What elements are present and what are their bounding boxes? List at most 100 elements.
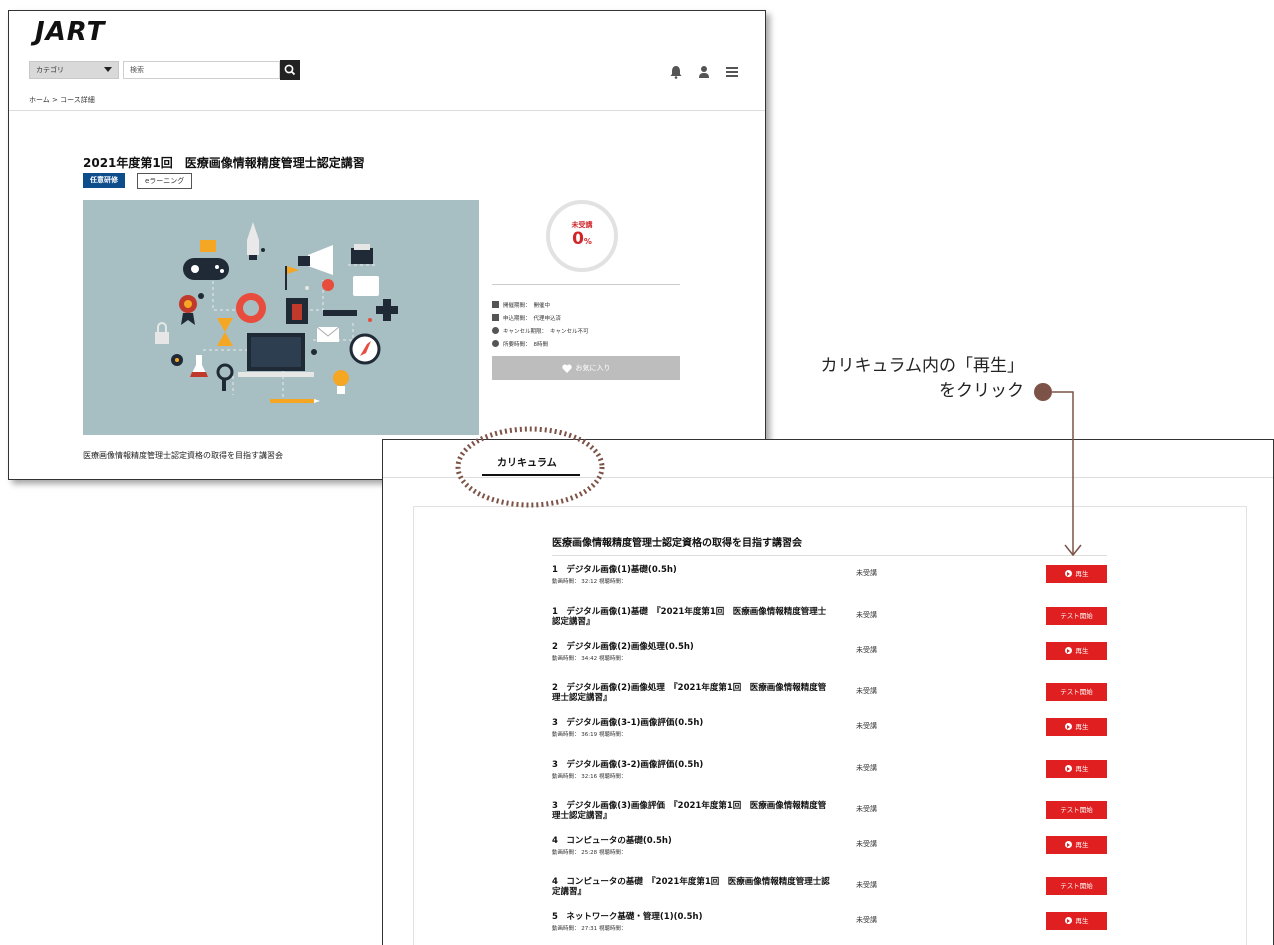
heart-icon (561, 364, 572, 373)
lesson-meta: 動画時間： 34:42 視聴時間： (552, 656, 627, 662)
play-icon (1064, 723, 1072, 730)
lesson-title: 5 ネットワーク基礎・管理(1)(0.5h) (552, 912, 703, 922)
header-divider (9, 110, 765, 111)
play-icon (1064, 917, 1072, 924)
lesson-row: 5 ネットワーク基礎・管理(1)(0.5h) 動画時間： 27:31 視聴時間：… (552, 912, 1108, 932)
instruction-annotation: カリキュラム内の「再生」 をクリック (740, 354, 1025, 404)
start-test-button[interactable]: テスト開始 (1046, 801, 1107, 819)
info-label: 所要時間： (503, 341, 531, 348)
lesson-status: 未受講 (856, 805, 877, 813)
clock-icon (492, 340, 499, 347)
category-select-label: カテゴリ (36, 66, 64, 74)
lesson-status: 未受講 (856, 611, 877, 619)
lesson-title: 1 デジタル画像(1)基礎 『2021年度第1回 医療画像情報精度管理士認定講習… (552, 607, 827, 627)
tab-curriculum[interactable]: カリキュラム (497, 454, 557, 469)
info-label: 申込期間： (503, 315, 531, 322)
category-select[interactable]: カテゴリ (29, 61, 119, 79)
curriculum-heading-divider (552, 555, 1107, 556)
play-icon (1064, 570, 1072, 577)
lesson-row: 2 デジタル画像(2)画像処理 『2021年度第1回 医療画像情報精度管理士認定… (552, 683, 1108, 703)
lesson-title: 3 デジタル画像(3)画像評価 『2021年度第1回 医療画像情報精度管理士認定… (552, 801, 827, 821)
play-icon (1064, 765, 1072, 772)
tab-divider (383, 477, 1273, 478)
progress-value: 0% (550, 229, 614, 249)
lesson-row: 3 デジタル画像(3-2)画像評価(0.5h) 動画時間： 32:16 視聴時間… (552, 760, 1108, 780)
bell-icon[interactable] (669, 65, 683, 79)
play-button[interactable]: 再生 (1046, 718, 1107, 736)
play-icon (1064, 647, 1072, 654)
tab-active-underline (482, 474, 580, 476)
course-tag-secondary: eラーニング (137, 173, 193, 189)
start-test-button[interactable]: テスト開始 (1046, 877, 1107, 895)
site-logo[interactable]: JART (35, 17, 105, 47)
lesson-row: 4 コンピュータの基礎(0.5h) 動画時間： 25:28 視聴時間： 未受講 … (552, 836, 1108, 856)
info-value: 開催中 (533, 302, 551, 309)
lesson-title: 1 デジタル画像(1)基礎(0.5h) (552, 565, 677, 575)
education-icons-illustration (155, 222, 398, 403)
lesson-status: 未受講 (856, 916, 877, 924)
course-title: 2021年度第1回 医療画像情報精度管理士認定講習 (83, 156, 365, 170)
annotation-dot (1034, 383, 1052, 401)
play-button[interactable]: 再生 (1046, 912, 1107, 930)
course-hero-image (83, 200, 479, 435)
info-divider (492, 284, 680, 285)
search-icon (284, 64, 296, 76)
caret-down-icon (104, 67, 112, 72)
lesson-row: 2 デジタル画像(2)画像処理(0.5h) 動画時間： 34:42 視聴時間： … (552, 642, 1108, 662)
info-label: キャンセル期限： (503, 328, 548, 335)
play-button[interactable]: 再生 (1046, 565, 1107, 583)
lesson-meta: 動画時間： 36:19 視聴時間： (552, 732, 627, 738)
cancel-icon (492, 327, 499, 334)
info-value: 8時間 (533, 341, 549, 348)
lesson-status: 未受講 (856, 646, 877, 654)
lesson-status: 未受講 (856, 722, 877, 730)
lesson-status: 未受講 (856, 764, 877, 772)
info-duration: 所要時間： 8時間 (492, 337, 589, 350)
curriculum-window: カリキュラム 医療画像情報精度管理士認定資格の取得を目指す講習会 1 デジタル画… (382, 439, 1274, 945)
lesson-row: 1 デジタル画像(1)基礎 『2021年度第1回 医療画像情報精度管理士認定講習… (552, 607, 1108, 627)
play-button[interactable]: 再生 (1046, 642, 1107, 660)
lesson-meta: 動画時間： 32:12 視聴時間： (552, 579, 627, 585)
search-input[interactable]: 検索 (123, 61, 280, 79)
play-button-label: 再生 (1075, 765, 1089, 773)
lesson-title: 3 デジタル画像(3-2)画像評価(0.5h) (552, 760, 704, 770)
info-label: 開催期間： (503, 302, 531, 309)
curriculum-heading: 医療画像情報精度管理士認定資格の取得を目指す講習会 (552, 538, 802, 549)
progress-number: 0 (572, 229, 584, 249)
hamburger-menu-icon[interactable] (725, 65, 739, 79)
favorite-label: お気に入り (575, 364, 611, 372)
start-test-button[interactable]: テスト開始 (1046, 683, 1107, 701)
info-application: 申込期間： 代理申込済 (492, 311, 589, 324)
play-icon (1064, 841, 1072, 848)
breadcrumb[interactable]: ホーム > コース詳細 (29, 95, 95, 105)
favorite-button[interactable]: お気に入り (492, 356, 680, 380)
progress-unit: % (583, 237, 592, 246)
calendar-icon (492, 301, 499, 308)
info-cancel: キャンセル期限： キャンセル不可 (492, 324, 589, 337)
lesson-status: 未受講 (856, 569, 877, 577)
instruction-line-2: をクリック (939, 381, 1024, 401)
play-button[interactable]: 再生 (1046, 760, 1107, 778)
user-icon[interactable] (697, 65, 711, 79)
info-value: キャンセル不可 (550, 328, 589, 335)
lesson-row: 3 デジタル画像(3)画像評価 『2021年度第1回 医療画像情報精度管理士認定… (552, 801, 1108, 821)
lesson-title: 3 デジタル画像(3-1)画像評価(0.5h) (552, 718, 704, 728)
lesson-meta: 動画時間： 32:16 視聴時間： (552, 774, 627, 780)
lesson-meta: 動画時間： 27:31 視聴時間： (552, 926, 627, 932)
lesson-status: 未受講 (856, 840, 877, 848)
info-value: 代理申込済 (533, 315, 562, 322)
lesson-status: 未受講 (856, 881, 877, 889)
start-test-button[interactable]: テスト開始 (1046, 607, 1107, 625)
course-info-list: 開催期間： 開催中 申込期間： 代理申込済 キャンセル期限： キャンセル不可 所… (492, 298, 589, 350)
info-period: 開催期間： 開催中 (492, 298, 589, 311)
instruction-line-1: カリキュラム内の「再生」 (820, 356, 1025, 376)
play-button-label: 再生 (1075, 723, 1089, 731)
course-tag-primary: 任意研修 (83, 173, 125, 188)
search-button[interactable] (280, 60, 300, 80)
lesson-title: 2 デジタル画像(2)画像処理(0.5h) (552, 642, 694, 652)
play-button-label: 再生 (1075, 570, 1089, 578)
course-description: 医療画像情報精度管理士認定資格の取得を目指す講習会 (83, 451, 283, 460)
lesson-title: 4 コンピュータの基礎 『2021年度第1回 医療画像情報精度管理士認定講習』 (552, 877, 830, 897)
play-button[interactable]: 再生 (1046, 836, 1107, 854)
lesson-meta: 動画時間： 25:28 視聴時間： (552, 850, 627, 856)
